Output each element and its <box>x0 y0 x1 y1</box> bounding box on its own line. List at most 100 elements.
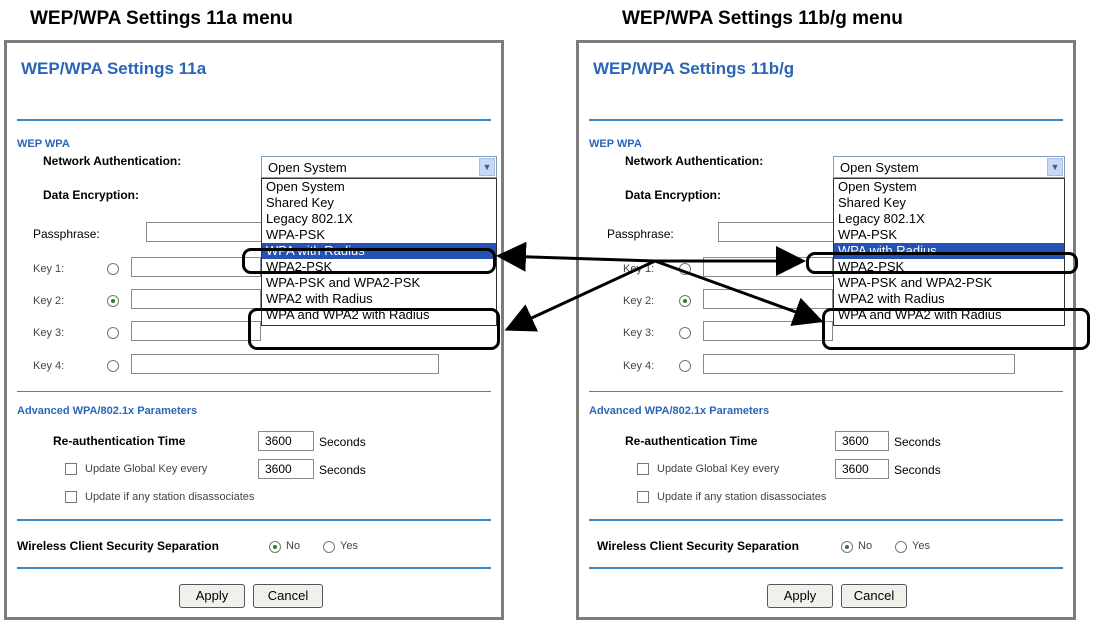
separation-no-label: No <box>286 540 301 552</box>
update-global-key-label: Update Global Key every <box>657 463 780 475</box>
separation-no-label: No <box>858 540 873 552</box>
key2-label: Key 2: <box>33 295 65 307</box>
update-global-key-unit: Seconds <box>894 463 941 477</box>
key3-input[interactable] <box>131 321 261 341</box>
option-legacy-8021x[interactable]: Legacy 802.1X <box>262 211 496 227</box>
update-station-label: Update if any station disassociates <box>657 491 827 503</box>
passphrase-input[interactable] <box>146 222 262 242</box>
option-shared-key[interactable]: Shared Key <box>834 195 1064 211</box>
network-authentication-label: Network Authentication: <box>43 154 182 168</box>
divider <box>17 119 491 121</box>
chevron-down-icon[interactable]: ▼ <box>479 158 495 176</box>
key2-label: Key 2: <box>623 295 655 307</box>
reauth-label: Re-authentication Time <box>625 434 758 448</box>
update-station-checkbox[interactable] <box>637 491 649 503</box>
separation-label: Wireless Client Security Separation <box>17 539 219 553</box>
passphrase-label: Passphrase: <box>607 227 674 241</box>
option-open-system[interactable]: Open System <box>262 179 496 195</box>
option-wpa-psk-and-wpa2-psk[interactable]: WPA-PSK and WPA2-PSK <box>834 275 1064 291</box>
update-global-key-value: 3600 <box>265 462 292 476</box>
divider <box>589 567 1063 569</box>
reauth-input[interactable]: 3600 <box>835 431 889 451</box>
advanced-section-label: Advanced WPA/802.1x Parameters <box>589 405 770 417</box>
cancel-button[interactable]: Cancel <box>841 584 907 608</box>
separation-yes-radio[interactable] <box>895 541 907 553</box>
network-authentication-select[interactable]: Open System ▼ <box>833 156 1065 178</box>
reauth-value: 3600 <box>265 434 292 448</box>
apply-button[interactable]: Apply <box>767 584 833 608</box>
right-caption: WEP/WPA Settings 11b/g menu <box>622 8 903 29</box>
update-global-key-input[interactable]: 3600 <box>835 459 889 479</box>
key2-radio[interactable] <box>679 295 691 307</box>
divider <box>589 519 1063 521</box>
data-encryption-label: Data Encryption: <box>43 188 140 202</box>
separation-no-radio[interactable] <box>269 541 281 553</box>
update-global-key-label: Update Global Key every <box>85 463 208 475</box>
reauth-value: 3600 <box>842 434 869 448</box>
key1-radio[interactable] <box>679 263 691 275</box>
option-open-system[interactable]: Open System <box>834 179 1064 195</box>
reauth-unit: Seconds <box>894 435 941 449</box>
update-global-key-checkbox[interactable] <box>637 463 649 475</box>
option-wpa-psk[interactable]: WPA-PSK <box>262 227 496 243</box>
key3-input[interactable] <box>703 321 833 341</box>
key3-radio[interactable] <box>679 327 691 339</box>
key4-input[interactable] <box>703 354 1015 374</box>
update-station-checkbox[interactable] <box>65 491 77 503</box>
divider <box>17 567 491 569</box>
key3-radio[interactable] <box>107 327 119 339</box>
panel-title: WEP/WPA Settings 11b/g <box>593 59 795 78</box>
option-legacy-8021x[interactable]: Legacy 802.1X <box>834 211 1064 227</box>
wep-wpa-section-label: WEP WPA <box>589 138 642 150</box>
key2-input[interactable] <box>131 289 261 309</box>
data-encryption-label: Data Encryption: <box>625 188 722 202</box>
key4-input[interactable] <box>131 354 439 374</box>
option-wpa2-with-radius[interactable]: WPA2 with Radius <box>834 291 1064 307</box>
highlight-wpa-with-radius-left <box>242 248 496 274</box>
key4-label: Key 4: <box>623 360 655 372</box>
highlight-wpa2-options-right <box>822 308 1090 350</box>
divider <box>589 391 1063 392</box>
network-authentication-select[interactable]: Open System ▼ <box>261 156 497 178</box>
passphrase-label: Passphrase: <box>33 227 100 241</box>
separation-label: Wireless Client Security Separation <box>597 539 799 553</box>
chevron-down-icon[interactable]: ▼ <box>1047 158 1063 176</box>
apply-button[interactable]: Apply <box>179 584 245 608</box>
key2-input[interactable] <box>703 289 833 309</box>
key4-label: Key 4: <box>33 360 65 372</box>
passphrase-input[interactable] <box>718 222 834 242</box>
advanced-section-label: Advanced WPA/802.1x Parameters <box>17 405 198 417</box>
update-global-key-input[interactable]: 3600 <box>258 459 314 479</box>
key4-radio[interactable] <box>679 360 691 372</box>
option-wpa-psk[interactable]: WPA-PSK <box>834 227 1064 243</box>
option-wpa-psk-and-wpa2-psk[interactable]: WPA-PSK and WPA2-PSK <box>262 275 496 291</box>
key1-radio[interactable] <box>107 263 119 275</box>
separation-yes-label: Yes <box>912 540 930 552</box>
select-value: Open System <box>268 160 347 175</box>
separation-yes-label: Yes <box>340 540 358 552</box>
cancel-button[interactable]: Cancel <box>253 584 323 608</box>
highlight-wpa2-options-left <box>248 308 500 350</box>
update-global-key-value: 3600 <box>842 462 869 476</box>
update-station-label: Update if any station disassociates <box>85 491 255 503</box>
select-value: Open System <box>840 160 919 175</box>
option-shared-key[interactable]: Shared Key <box>262 195 496 211</box>
divider <box>17 391 491 392</box>
divider <box>17 519 491 521</box>
update-global-key-checkbox[interactable] <box>65 463 77 475</box>
highlight-wpa-with-radius-right <box>806 252 1078 274</box>
left-caption: WEP/WPA Settings 11a menu <box>30 8 293 29</box>
option-wpa2-with-radius[interactable]: WPA2 with Radius <box>262 291 496 307</box>
separation-yes-radio[interactable] <box>323 541 335 553</box>
panel-title: WEP/WPA Settings 11a <box>21 59 207 78</box>
network-authentication-label: Network Authentication: <box>625 154 764 168</box>
key3-label: Key 3: <box>623 327 655 339</box>
update-global-key-unit: Seconds <box>319 463 366 477</box>
key1-label: Key 1: <box>33 263 65 275</box>
separation-no-radio[interactable] <box>841 541 853 553</box>
key2-radio[interactable] <box>107 295 119 307</box>
reauth-input[interactable]: 3600 <box>258 431 314 451</box>
wep-wpa-section-label: WEP WPA <box>17 138 70 150</box>
key3-label: Key 3: <box>33 327 65 339</box>
key4-radio[interactable] <box>107 360 119 372</box>
